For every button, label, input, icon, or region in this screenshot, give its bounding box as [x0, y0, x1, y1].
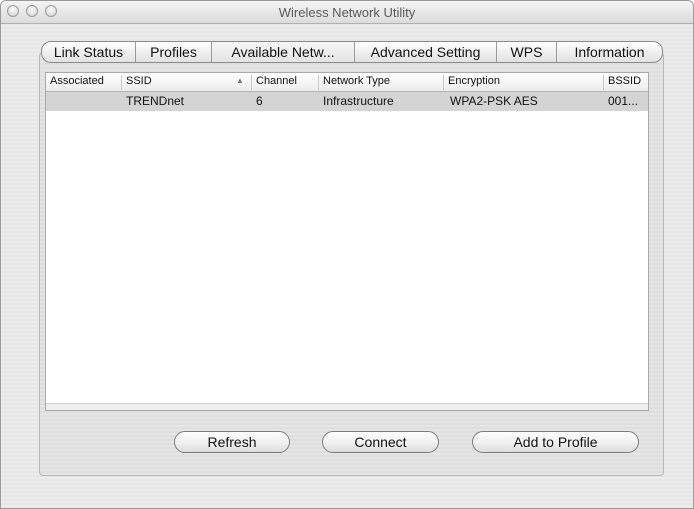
horizontal-scrollbar[interactable] — [46, 403, 648, 410]
cell-network-type: Infrastructure — [323, 94, 394, 108]
tab-available-networks[interactable]: Available Netw... — [212, 42, 355, 62]
tab-bar: Link Status Profiles Available Netw... A… — [41, 41, 663, 63]
tab-information[interactable]: Information — [557, 42, 662, 62]
column-header-associated[interactable]: Associated — [46, 75, 122, 90]
column-header-ssid[interactable]: SSID ▲ — [122, 75, 252, 90]
column-header-network-type[interactable]: Network Type — [319, 75, 444, 90]
tab-profiles[interactable]: Profiles — [136, 42, 212, 62]
window-title: Wireless Network Utility — [278, 5, 416, 20]
sort-ascending-icon: ▲ — [236, 76, 244, 85]
column-header-bssid[interactable]: BSSID — [604, 75, 650, 90]
title-bar: Wireless Network Utility — [1, 1, 693, 24]
table-header: Associated SSID ▲ Channel Network Type E… — [46, 73, 648, 92]
column-header-encryption[interactable]: Encryption — [444, 75, 604, 90]
tab-advanced-setting[interactable]: Advanced Setting — [355, 42, 497, 62]
tab-wps[interactable]: WPS — [497, 42, 557, 62]
cell-channel: 6 — [256, 94, 263, 108]
app-window: Wireless Network Utility Link Status Pro… — [0, 0, 694, 509]
refresh-button[interactable]: Refresh — [174, 431, 290, 453]
cell-ssid: TRENDnet — [126, 94, 185, 108]
column-header-channel[interactable]: Channel — [252, 75, 319, 90]
column-header-ssid-label: SSID — [126, 75, 152, 87]
connect-button[interactable]: Connect — [322, 431, 439, 453]
cell-encryption: WPA2-PSK AES — [450, 94, 538, 108]
add-to-profile-button[interactable]: Add to Profile — [472, 431, 639, 453]
tab-link-status[interactable]: Link Status — [42, 42, 136, 62]
table-row[interactable]: TRENDnet 6 Infrastructure WPA2-PSK AES 0… — [46, 92, 648, 111]
cell-bssid: 001... — [608, 94, 639, 108]
networks-table: Associated SSID ▲ Channel Network Type E… — [45, 72, 649, 411]
